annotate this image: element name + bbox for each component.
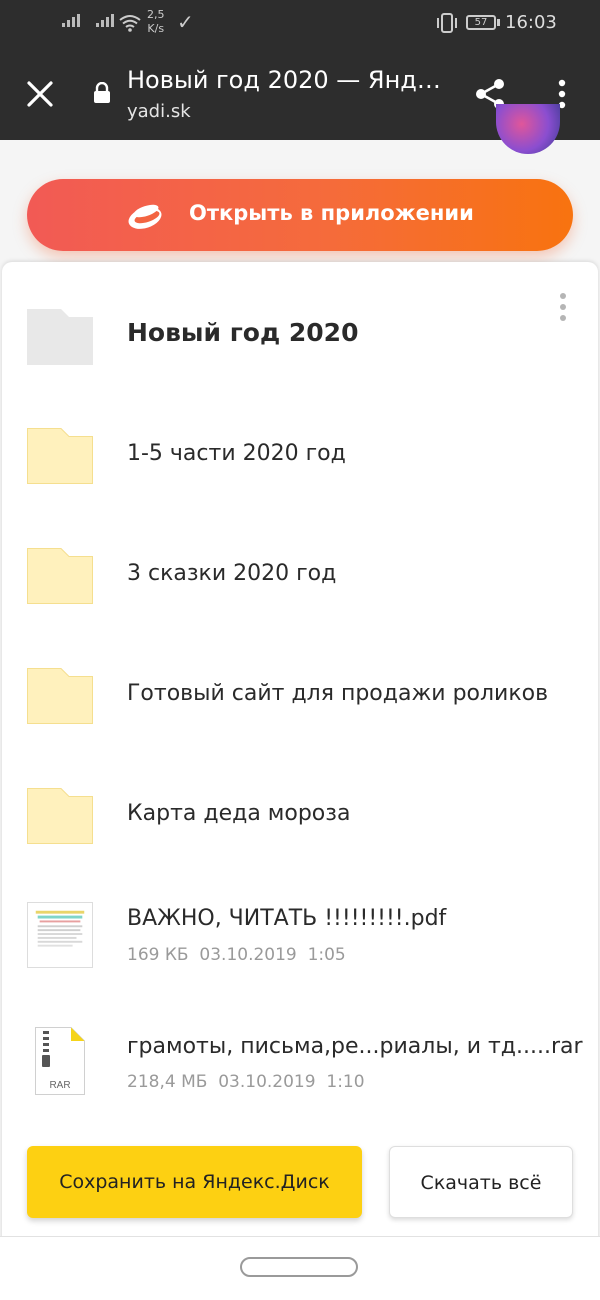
vibrate-icon bbox=[437, 13, 457, 33]
page-url: yadi.sk bbox=[127, 101, 191, 122]
item-name: 3 сказки 2020 год bbox=[127, 561, 337, 586]
item-date: 03.10.2019 bbox=[218, 1072, 316, 1092]
home-gesture-bar[interactable] bbox=[240, 1257, 358, 1277]
status-bar: 2,5 K/s ✓ 57 16:03 bbox=[0, 0, 600, 48]
system-nav-bar bbox=[0, 1236, 600, 1300]
battery-cap bbox=[497, 19, 500, 26]
item-meta: 169 КБ 03.10.2019 1:05 bbox=[127, 945, 346, 965]
wifi-icon bbox=[119, 15, 141, 32]
cell-signal-icon bbox=[62, 14, 80, 27]
folder-icon bbox=[27, 548, 93, 604]
yandex-disk-logo-icon bbox=[128, 204, 162, 229]
folder-title: Новый год 2020 bbox=[127, 318, 359, 347]
download-all-button[interactable]: Скачать всё bbox=[389, 1146, 573, 1218]
lock-icon bbox=[94, 82, 110, 103]
archive-label: RAR bbox=[49, 1080, 70, 1091]
battery-level: 57 bbox=[474, 17, 488, 28]
open-in-app-label: Открыть в приложении bbox=[189, 201, 474, 225]
item-name: Карта деда мороза bbox=[127, 801, 351, 826]
save-to-disk-button[interactable]: Сохранить на Яндекс.Диск bbox=[27, 1146, 362, 1218]
item-meta: 218,4 МБ 03.10.2019 1:10 bbox=[127, 1072, 365, 1092]
net-speed-unit: K/s bbox=[147, 22, 165, 35]
open-in-app-button[interactable]: Открыть в приложении bbox=[27, 179, 573, 251]
item-name: Готовый сайт для продажи роликов bbox=[127, 681, 549, 706]
net-speed: 2,5 K/s bbox=[147, 8, 165, 36]
file-list-sheet bbox=[2, 262, 598, 1252]
item-name: 1-5 части 2020 год bbox=[127, 441, 346, 466]
page-title: Новый год 2020 — Янд… bbox=[127, 66, 441, 94]
folder-icon bbox=[27, 788, 93, 844]
item-name: грамоты, письма,ре...риалы, и тд.....rar bbox=[127, 1034, 583, 1059]
item-name: ВАЖНО, ЧИТАТЬ !!!!!!!!!.pdf bbox=[127, 906, 447, 931]
folder-icon bbox=[27, 309, 93, 365]
folder-icon bbox=[27, 668, 93, 724]
folder-icon bbox=[27, 428, 93, 484]
net-speed-value: 2,5 bbox=[147, 8, 165, 21]
download-done-icon: ✓ bbox=[177, 10, 194, 34]
item-time: 1:05 bbox=[307, 945, 346, 965]
item-size: 169 КБ bbox=[127, 945, 189, 965]
battery-icon: 57 bbox=[466, 15, 496, 30]
status-time: 16:03 bbox=[505, 12, 557, 33]
item-date: 03.10.2019 bbox=[199, 945, 297, 965]
folder-menu-icon[interactable] bbox=[557, 292, 569, 322]
item-time: 1:10 bbox=[326, 1072, 365, 1092]
archive-file-icon: RAR bbox=[35, 1027, 85, 1095]
cell-signal-icon bbox=[96, 14, 114, 27]
item-size: 218,4 МБ bbox=[127, 1072, 208, 1092]
pdf-thumbnail bbox=[27, 902, 93, 968]
close-icon[interactable] bbox=[24, 78, 56, 110]
